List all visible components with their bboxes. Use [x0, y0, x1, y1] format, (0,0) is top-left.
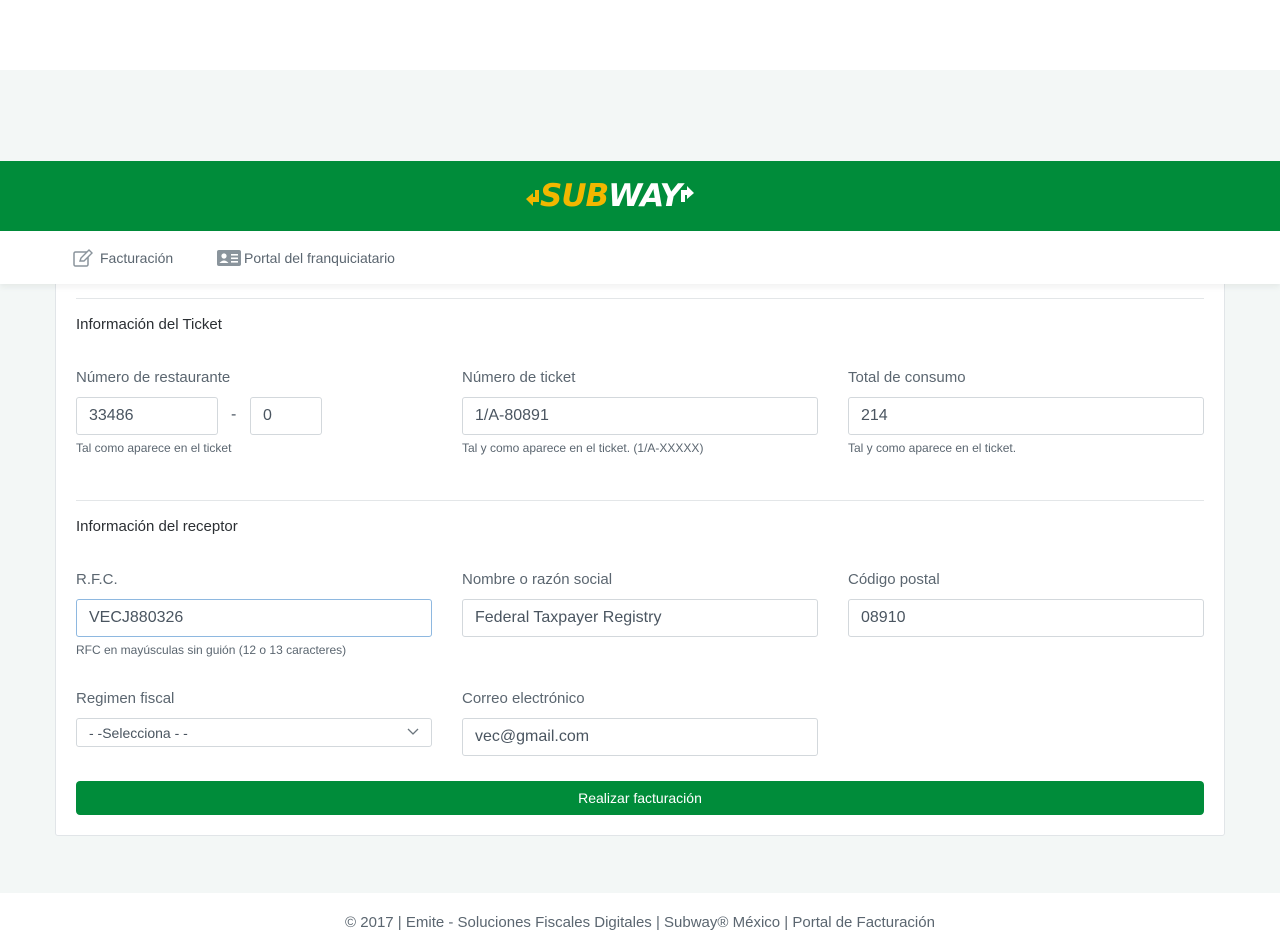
section-divider [76, 298, 1204, 299]
ticket-number-input[interactable] [462, 397, 818, 435]
tax-regime-selected-value: - -Selecciona - - [89, 724, 188, 741]
tax-regime-label: Regimen fiscal [76, 690, 175, 707]
top-spacer [0, 0, 1280, 70]
rfc-label: R.F.C. [76, 571, 118, 588]
rfc-help: RFC en mayúsculas sin guión (12 o 13 car… [76, 643, 347, 657]
logo-left-arrow-icon [526, 190, 539, 206]
nav-item-portal-franquiciatario[interactable]: Portal del franquiciatario [217, 231, 395, 284]
restaurant-number-label: Número de restaurante [76, 369, 231, 386]
nav-item-label: Portal del franquiciatario [244, 249, 395, 266]
restaurant-number-help: Tal como aparece en el ticket [76, 441, 232, 455]
email-label: Correo electrónico [462, 690, 585, 707]
receptor-section-title: Información del receptor [76, 518, 238, 535]
subway-logo: SUB WAY [526, 178, 695, 214]
restaurant-number-input[interactable] [76, 397, 218, 435]
rfc-input[interactable] [76, 599, 432, 637]
tax-regime-select[interactable]: - -Selecciona - - [76, 718, 432, 747]
invoice-form-card: Información del Ticket Número de restaur… [55, 270, 1225, 836]
postal-code-label: Código postal [848, 571, 940, 588]
ticket-number-label: Número de ticket [462, 369, 576, 386]
total-consumption-label: Total de consumo [848, 369, 966, 386]
logo-sub-text: SUB [540, 178, 609, 214]
edit-icon [73, 248, 93, 267]
email-input[interactable] [462, 718, 818, 756]
business-name-input[interactable] [462, 599, 818, 637]
submit-invoice-button[interactable]: Realizar facturación [76, 781, 1204, 815]
logo-right-arrow-icon [681, 186, 695, 202]
section-divider [76, 500, 1204, 501]
total-consumption-help: Tal y como aparece en el ticket. [848, 441, 1017, 455]
nav-item-facturacion[interactable]: Facturación [73, 231, 173, 284]
business-name-label: Nombre o razón social [462, 571, 613, 588]
restaurant-suffix-input[interactable] [250, 397, 322, 435]
page-footer: © 2017 | Emite - Soluciones Fiscales Dig… [0, 893, 1280, 951]
ticket-number-help: Tal y como aparece en el ticket. (1/A-XX… [462, 441, 704, 455]
footer-text: © 2017 | Emite - Soluciones Fiscales Dig… [345, 913, 935, 931]
total-consumption-input[interactable] [848, 397, 1204, 435]
logo-way-text: WAY [608, 178, 682, 214]
chevron-down-icon [407, 728, 419, 735]
id-card-icon [217, 249, 241, 266]
postal-code-input[interactable] [848, 599, 1204, 637]
restaurant-number-separator: - [231, 406, 237, 423]
ticket-section-title: Información del Ticket [76, 316, 222, 333]
nav-item-label: Facturación [100, 249, 174, 266]
main-nav: Facturación Portal del franquiciatario [0, 231, 1280, 284]
